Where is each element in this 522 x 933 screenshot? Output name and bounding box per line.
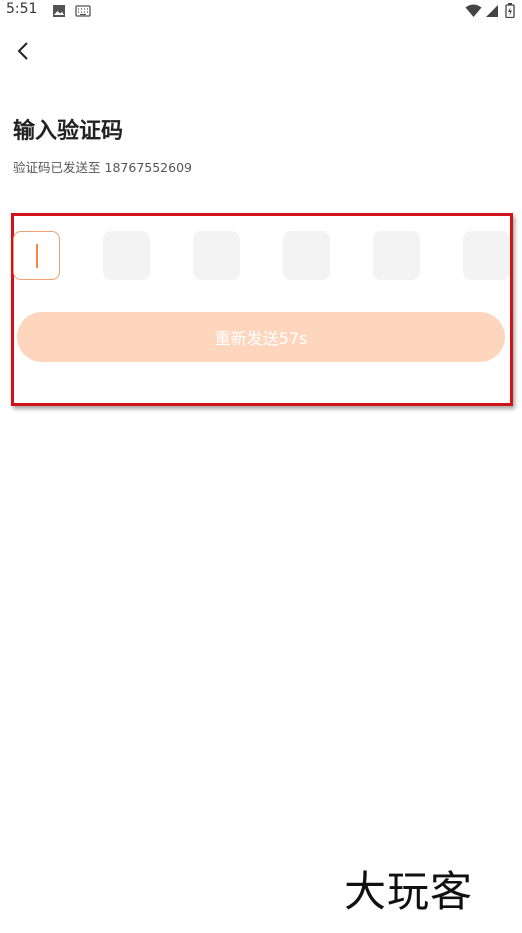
back-button[interactable]	[8, 38, 38, 68]
signal-icon	[485, 3, 499, 22]
chevron-left-icon	[16, 41, 30, 65]
highlight-box	[11, 213, 513, 406]
code-cell-6[interactable]	[463, 231, 510, 280]
subtitle: 验证码已发送至 18767552609	[13, 157, 192, 176]
phone-number: 18767552609	[104, 160, 192, 175]
battery-icon	[505, 3, 515, 22]
image-icon	[52, 3, 66, 22]
code-cell-2[interactable]	[103, 231, 150, 280]
wifi-icon	[465, 3, 482, 22]
subtitle-prefix: 验证码已发送至	[13, 160, 101, 175]
resend-button[interactable]: 重新发送57s	[17, 312, 505, 362]
status-time: 5:51	[6, 1, 38, 17]
keyboard-icon	[75, 3, 91, 22]
code-cell-1[interactable]	[13, 231, 60, 280]
code-cell-4[interactable]	[283, 231, 330, 280]
code-cell-5[interactable]	[373, 231, 420, 280]
status-bar: 5:51	[0, 0, 522, 20]
text-caret	[36, 244, 38, 268]
watermark-logo: 大玩客	[344, 867, 474, 916]
code-cell-3[interactable]	[193, 231, 240, 280]
page-title: 输入验证码	[13, 119, 124, 144]
